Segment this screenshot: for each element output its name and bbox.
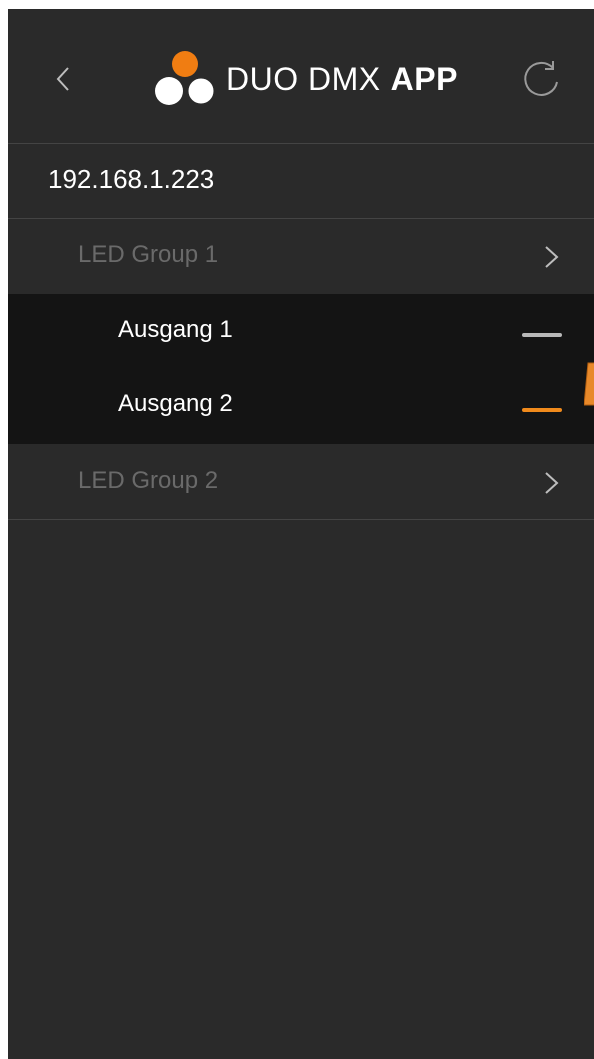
app-screen: DUO DMX APP 192.168.1.223 LED Group 1 Au… [8, 9, 594, 1059]
chevron-right-icon [545, 246, 559, 268]
group-row-led-group-2[interactable]: LED Group 2 [8, 445, 594, 520]
chevron-left-icon [56, 67, 69, 91]
output-indicator [522, 333, 562, 337]
output-label: Ausgang 2 [118, 390, 233, 417]
refresh-icon [524, 61, 558, 96]
device-ip: 192.168.1.223 [48, 164, 215, 194]
back-button[interactable] [48, 61, 78, 97]
group-row-led-group-1[interactable]: LED Group 1 [8, 219, 594, 293]
output-list: Ausgang 1 Ausgang 2 [8, 294, 594, 444]
app-logo-icon [155, 49, 216, 107]
output-indicator [522, 408, 562, 412]
output-row-ausgang-2[interactable]: Ausgang 2 [8, 368, 594, 442]
app-title-bold: APP [390, 60, 458, 97]
output-row-ausgang-1[interactable]: Ausgang 1 [8, 294, 594, 368]
app-header: DUO DMX APP [8, 9, 594, 144]
output-label: Ausgang 1 [118, 316, 233, 343]
group-label: LED Group 2 [78, 467, 219, 494]
annotation-marker [584, 362, 594, 406]
app-title: DUO DMX APP [226, 57, 458, 101]
app-title-regular: DUO DMX [226, 60, 381, 97]
group-label: LED Group 1 [78, 241, 219, 268]
device-ip-row: 192.168.1.223 [8, 144, 594, 219]
chevron-right-icon [545, 472, 559, 494]
refresh-button[interactable] [520, 59, 562, 101]
